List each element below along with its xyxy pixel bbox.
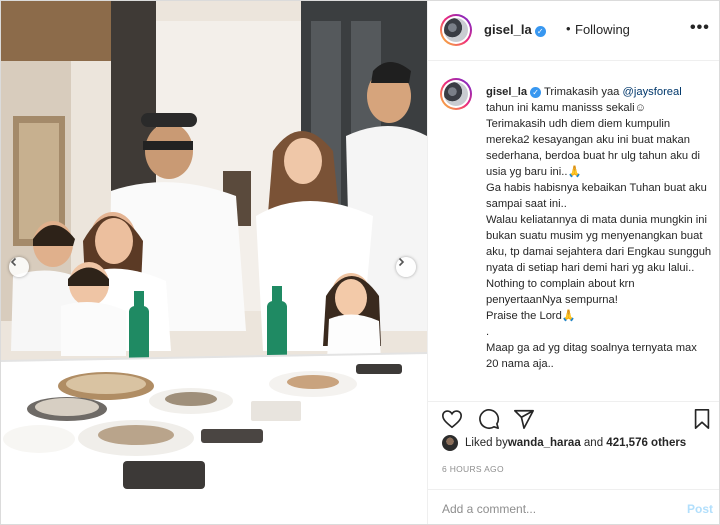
comment-input[interactable] <box>442 502 672 516</box>
more-options-icon[interactable]: ••• <box>690 19 710 37</box>
caption-username[interactable]: gisel_la ✓ <box>486 86 542 98</box>
post-photo[interactable] <box>1 1 427 524</box>
heart-icon[interactable] <box>441 408 463 430</box>
caption-area: gisel_la ✓ Trimakasih yaa @jaysforeal tah… <box>428 62 719 397</box>
chevron-right-icon <box>398 257 405 267</box>
family-dinner-photo <box>1 1 427 524</box>
caption-mention-link[interactable]: @jaysforeal <box>623 86 682 98</box>
instagram-post-window: gisel_la ✓ • Following ••• gisel_la ✓ Trim… <box>0 0 720 525</box>
verified-badge-icon: ✓ <box>534 26 546 37</box>
author-avatar[interactable] <box>440 14 472 46</box>
post-caption: gisel_la ✓ Trimakasih yaa @jaysforeal tah… <box>486 84 712 372</box>
carousel-next-button[interactable] <box>396 257 416 277</box>
likes-middle: and <box>580 437 607 449</box>
liker-username[interactable]: wanda_haraa <box>508 437 581 449</box>
comment-icon[interactable] <box>478 408 500 430</box>
post-timestamp[interactable]: 6 HOURS AGO <box>442 464 504 474</box>
liker-avatar[interactable] <box>442 435 458 451</box>
following-button[interactable]: Following <box>575 22 630 37</box>
caption-lead: Trimakasih yaa <box>543 86 623 98</box>
likes-others-link[interactable]: 421,576 others <box>606 437 686 449</box>
likes-prefix: Liked by <box>465 437 508 449</box>
carousel-prev-button[interactable] <box>9 257 29 277</box>
comment-form: Post <box>428 489 719 524</box>
verified-badge-icon: ✓ <box>530 87 542 98</box>
post-details-panel: gisel_la ✓ • Following ••• gisel_la ✓ Trim… <box>427 1 719 524</box>
action-bar <box>428 401 719 433</box>
bookmark-icon[interactable] <box>691 408 713 430</box>
post-comment-button[interactable]: Post <box>687 502 713 516</box>
paper-plane-icon[interactable] <box>513 408 535 430</box>
author-username[interactable]: gisel_la ✓ <box>484 22 546 37</box>
chevron-left-icon <box>10 257 17 267</box>
caption-body: tahun ini kamu manisss sekali☺ Terimakas… <box>486 102 712 370</box>
likes-summary: Liked by wanda_haraa and 421,576 others <box>442 435 686 451</box>
post-header: gisel_la ✓ • Following ••• <box>428 1 719 61</box>
header-separator: • <box>566 21 571 36</box>
caption-author-avatar[interactable] <box>440 78 472 110</box>
